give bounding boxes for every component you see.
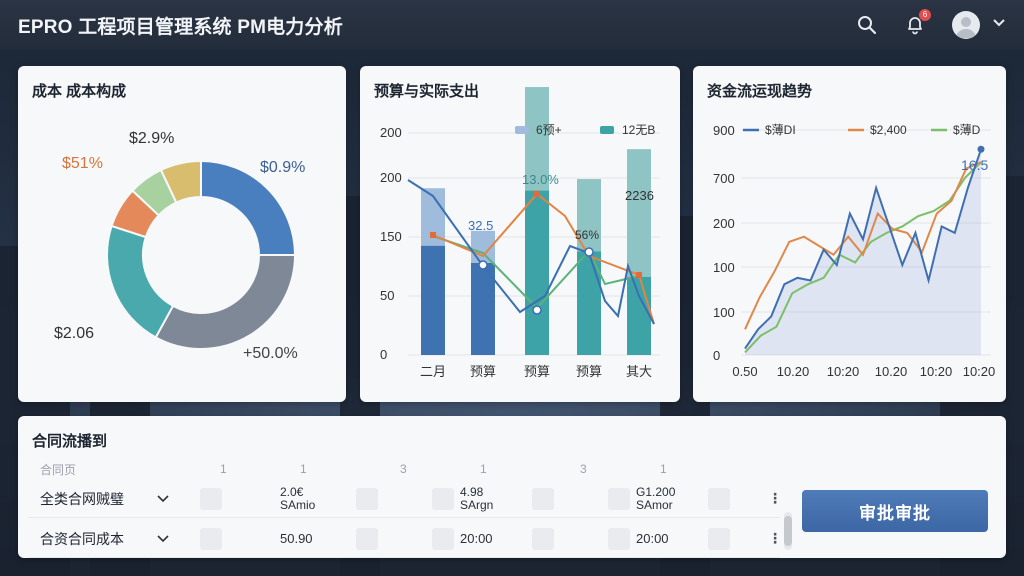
y-tick-label: 700 xyxy=(713,171,735,186)
donut-label: +50.0% xyxy=(243,345,298,362)
cost-structure-card: 成本 成本构成 $0.9% +50.0% $2.06 $51% $2.9% xyxy=(18,66,346,402)
row-name: 合资合同成本 xyxy=(40,530,124,547)
legend-label: $2,400 xyxy=(870,123,907,137)
table-header-cell: 1 xyxy=(220,462,227,476)
table-header-cell: 3 xyxy=(400,462,407,476)
y-tick-label: 100 xyxy=(713,260,735,275)
row-value: 20:00 xyxy=(636,531,669,546)
y-tick-label: 200 xyxy=(713,216,735,231)
contract-card-title: 合同流播到 xyxy=(32,433,108,450)
x-tick-label: 10:20 xyxy=(827,364,860,379)
top-bar: EPRO 工程项目管理系统 PM电力分析 6 xyxy=(0,0,1024,50)
avatar[interactable] xyxy=(952,11,980,39)
bar-segment xyxy=(627,149,651,277)
x-tick-label: 预算 xyxy=(524,364,550,379)
x-tick-label: 10.20 xyxy=(875,364,908,379)
legend-swatch xyxy=(600,126,614,134)
table-header: 合同页 1 1 3 1 3 1 xyxy=(40,460,780,478)
donut-label: $2.06 xyxy=(54,325,94,342)
table-row[interactable]: 全类合网贼璧 2.0€ SAmio 4.98 SArgn G1.200 SAmo… xyxy=(28,480,782,518)
app-title: EPRO 工程项目管理系统 PM电力分析 xyxy=(18,16,343,38)
table-header-cell: 1 xyxy=(300,462,307,476)
donut-label: $0.9% xyxy=(260,159,305,176)
peak-label: 16.5 xyxy=(961,157,988,173)
y-tick-label: 100 xyxy=(713,305,735,320)
donut-label: $51% xyxy=(62,155,103,172)
table-header-cell: 合同页 xyxy=(40,462,77,477)
cashflow-trend-card: 资金流运现趋势 0 100 100 200 700 900 0.50 10.20 10:20 10… xyxy=(693,66,1006,402)
x-tick-label: 10:20 xyxy=(963,364,996,379)
row-value: G1.200 SAmor xyxy=(636,484,676,512)
donut-slice xyxy=(106,224,175,339)
data-label: 56% xyxy=(575,228,599,242)
bar-segment xyxy=(627,276,651,355)
budget-bar-chart: 0 50 150 200 200 二月 预算 预算 预算 其大 6预+ 12无B 32.5 13.0% 56… xyxy=(380,87,660,379)
bar-segment xyxy=(421,245,445,355)
y-tick-label: 200 xyxy=(380,170,402,185)
x-tick-label: 0.50 xyxy=(732,364,757,379)
more-options-icon[interactable]: ⋮ xyxy=(768,530,782,547)
search-icon[interactable] xyxy=(856,14,878,36)
x-tick-label: 二月 xyxy=(420,364,446,379)
data-point xyxy=(534,191,540,197)
row-value: 50.90 xyxy=(280,531,313,546)
cost-card-title: 成本 成本构成 xyxy=(32,83,127,100)
notification-bell-icon[interactable]: 6 xyxy=(904,9,931,36)
y-tick-label: 0 xyxy=(380,347,387,362)
scrollbar-thumb[interactable] xyxy=(784,516,792,546)
legend-label: $薄DI xyxy=(765,122,796,137)
y-tick-label: 50 xyxy=(380,288,394,303)
row-value: 4.98 SArgn xyxy=(460,484,494,512)
cashflow-line-chart: 0 100 100 200 700 900 0.50 10.20 10:20 10.20 10:20… xyxy=(713,122,996,379)
legend-swatch xyxy=(515,126,529,134)
data-point xyxy=(478,260,488,270)
y-tick-label: 200 xyxy=(380,125,402,140)
approve-button[interactable]: 审批审批 xyxy=(802,490,988,532)
data-point xyxy=(977,145,985,153)
legend-label: 6预+ xyxy=(536,123,562,137)
x-tick-label: 其大 xyxy=(626,364,652,379)
data-point xyxy=(636,272,642,278)
donut-label: $2.9% xyxy=(129,130,174,147)
x-tick-label: 预算 xyxy=(576,364,602,379)
legend-label: $薄D xyxy=(953,122,981,137)
x-tick-label: 预算 xyxy=(470,364,496,379)
table-header-cell: 3 xyxy=(580,462,587,476)
table-row[interactable]: 合资合同成本 50.90 20:00 20:00 ⋮ xyxy=(28,520,782,558)
table-header-cell: 1 xyxy=(480,462,487,476)
data-label: 13.0% xyxy=(522,172,559,187)
more-options-icon[interactable]: ⋮ xyxy=(768,490,782,507)
table-header-cell: 1 xyxy=(660,462,667,476)
data-point xyxy=(532,305,542,315)
chevron-down-icon[interactable] xyxy=(992,16,1006,35)
budget-card-title: 预算与实际支出 xyxy=(374,83,480,100)
x-tick-label: 10.20 xyxy=(777,364,810,379)
legend-label: 12无B xyxy=(622,123,655,137)
y-tick-label: 900 xyxy=(713,123,735,138)
y-tick-label: 150 xyxy=(380,229,402,244)
data-label: 32.5 xyxy=(468,218,493,233)
x-tick-label: 10:20 xyxy=(920,364,953,379)
data-point xyxy=(430,232,436,238)
donut-slice xyxy=(154,254,297,350)
row-name: 全类合网贼璧 xyxy=(40,490,124,507)
contract-flow-card: 合同流播到 合同页 1 1 3 1 3 1 全类合网贼璧 2.0€ SAmio … xyxy=(18,416,1006,558)
chevron-down-icon[interactable] xyxy=(156,492,170,506)
bar-segment xyxy=(525,190,549,355)
data-point xyxy=(584,247,594,257)
cashflow-card-title: 资金流运现趋势 xyxy=(707,83,813,100)
chevron-down-icon[interactable] xyxy=(156,532,170,546)
notification-badge: 6 xyxy=(919,9,931,21)
row-value: 20:00 xyxy=(460,531,493,546)
y-tick-label: 0 xyxy=(713,348,720,363)
data-label: 2236 xyxy=(625,188,654,203)
row-value: 2.0€ SAmio xyxy=(280,484,316,512)
budget-vs-actual-card: 预算与实际支出 0 50 150 200 200 二月 预算 预算 预算 其大 6预+ 12无B 32.… xyxy=(360,66,680,402)
cost-donut-chart: $0.9% +50.0% $2.06 $51% $2.9% xyxy=(54,130,305,362)
